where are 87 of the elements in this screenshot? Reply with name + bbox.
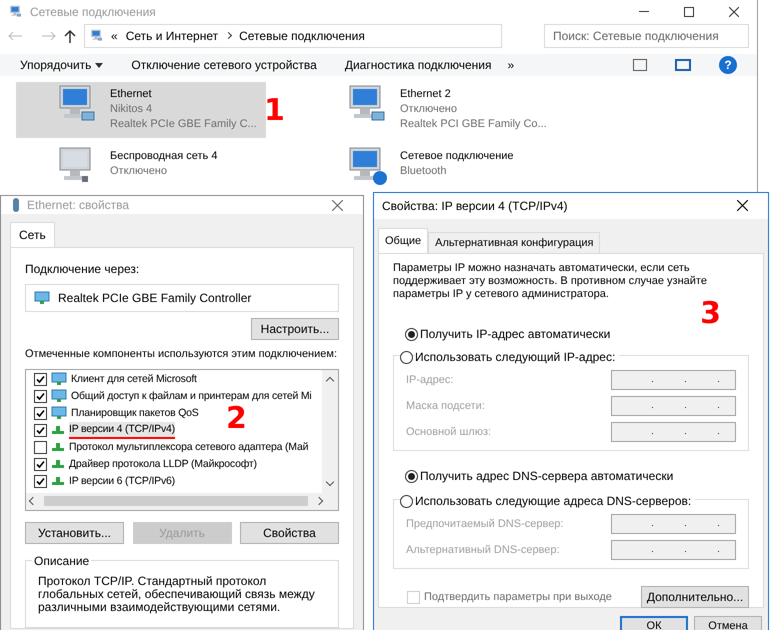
- toolbar-button[interactable]: Упорядочить: [20, 56, 104, 74]
- connection-item[interactable]: Беспроводная сеть 4 Отключено: [16, 144, 266, 200]
- network-adapter-icon: [13, 198, 19, 212]
- checkbox[interactable]: [34, 406, 47, 420]
- field-label: Предпочитаемый DNS-сервер:: [406, 516, 564, 532]
- preview-pane-icon[interactable]: [675, 59, 691, 72]
- field-label: Альтернативный DNS-сервер:: [406, 542, 560, 558]
- tab[interactable]: Альтернативная конфигурация: [428, 232, 600, 253]
- network-client-icon: [51, 372, 67, 386]
- section-label: Подключение через:: [25, 261, 140, 278]
- checkbox[interactable]: [34, 424, 47, 436]
- component-item[interactable]: Протокол мультиплексора сетевого адаптера (Май: [69, 440, 308, 454]
- connection-name: Беспроводная сеть 4: [110, 149, 218, 164]
- component-item[interactable]: IP версии 6 (TCP/IPv6): [69, 474, 175, 488]
- window-title: Сетевые подключения: [30, 4, 156, 21]
- breadcrumb[interactable]: Сеть и Интернет: [126, 26, 218, 45]
- connection-status: Bluetooth: [400, 164, 446, 179]
- toolbar-button[interactable]: Диагностика подключения: [344, 56, 492, 74]
- section-label: Отмеченные компоненты используются этим подключением:: [25, 347, 338, 362]
- checkbox[interactable]: [34, 390, 47, 402]
- dialog-button[interactable]: Настроить...: [251, 318, 339, 340]
- connection-item[interactable]: Ethernet 2 Отключено Realtek PCI GBE Family Co...: [306, 82, 556, 138]
- network-computer-icon: [89, 29, 103, 42]
- close-icon[interactable]: [737, 200, 748, 212]
- network-protocol-icon: [51, 442, 65, 452]
- dropdown-caret-icon: [95, 62, 104, 68]
- description-text: Протокол TCP/IP. Стандартный протокол глобальных сетей, обеспечивающий связь между различными взаимодействующими сетями.: [38, 574, 316, 614]
- more-button[interactable]: »: [508, 56, 514, 74]
- dialog-button[interactable]: Отмена: [694, 616, 762, 630]
- toolbar-button[interactable]: Отключение сетевого устройства: [131, 56, 317, 74]
- network-client-icon: [51, 406, 67, 420]
- checkbox[interactable]: [34, 474, 47, 488]
- dialog-button[interactable]: Свойства: [240, 522, 339, 544]
- connection-name: Сетевое подключение: [400, 149, 514, 164]
- network-protocol-icon: [51, 425, 65, 435]
- network-computer-icon: [8, 5, 22, 18]
- component-item[interactable]: IP версии 4 (TCP/IPv4): [69, 422, 175, 438]
- component-item[interactable]: Драйвер протокола LLDP (Майкрософт): [69, 456, 257, 472]
- dialog-button[interactable]: ОК: [620, 616, 688, 630]
- checkbox[interactable]: [34, 458, 47, 470]
- tab[interactable]: Сеть: [10, 222, 55, 247]
- connection-name: Ethernet: [110, 87, 152, 102]
- field-label: Основной шлюз:: [406, 424, 492, 440]
- breadcrumb-separator: «: [111, 28, 118, 45]
- field-label: Маска подсети:: [406, 398, 485, 414]
- connection-status: Отключено: [110, 164, 167, 179]
- radio-button[interactable]: [405, 470, 418, 482]
- component-item[interactable]: Планировщик пакетов QoS: [71, 406, 199, 420]
- checkbox-label: Подтвердить параметры при выходе: [424, 590, 612, 605]
- breadcrumb[interactable]: Сетевые подключения: [239, 26, 365, 45]
- dialog-title: Свойства: IP версии 4 (TCP/IPv4): [382, 198, 568, 215]
- component-item[interactable]: Общий доступ к файлам и принтерам для сетей Mi: [71, 388, 312, 404]
- intro-text: Параметры IP можно назначать автоматически, если сеть поддерживает эту возможность. В противном случае узнайте параметры IP у сетевого администратора.: [393, 262, 708, 300]
- radio-button[interactable]: [405, 328, 418, 340]
- horizontal-scrollbar[interactable]: [26, 492, 338, 510]
- help-button[interactable]: ?: [719, 56, 737, 74]
- connection-item[interactable]: Сетевое подключение Bluetooth: [306, 144, 556, 200]
- network-client-icon: [51, 389, 67, 403]
- radio-button[interactable]: [400, 494, 413, 508]
- address-bar[interactable]: « Сеть и Интернет Сетевые подключения: [84, 24, 502, 48]
- dialog-button[interactable]: Установить...: [25, 522, 124, 544]
- checkbox[interactable]: [34, 372, 47, 386]
- up-arrow-icon[interactable]: [64, 28, 76, 43]
- annotation-number: 2: [226, 400, 247, 436]
- network-protocol-icon: [51, 476, 65, 486]
- component-item[interactable]: Клиент для сетей Microsoft: [71, 372, 197, 386]
- annotation-number: 1: [264, 93, 285, 128]
- vertical-scrollbar[interactable]: [322, 370, 338, 492]
- connection-adapter: Realtek PCIe GBE Family C...: [110, 117, 257, 132]
- adapter-field: Realtek PCIe GBE Family Controller: [25, 284, 339, 312]
- annotation-number: 3: [700, 299, 721, 329]
- view-options-icon[interactable]: [633, 59, 647, 72]
- network-protocol-icon: [51, 459, 65, 469]
- close-icon[interactable]: [729, 6, 739, 17]
- search-field[interactable]: Поиск: Сетевые подключения: [544, 24, 749, 48]
- connection-item[interactable]: Ethernet Nikitos 4 Realtek PCIe GBE Family C...: [16, 82, 266, 138]
- network-client-icon: [34, 291, 50, 305]
- connection-adapter: Realtek PCI GBE Family Co...: [400, 117, 547, 132]
- tab[interactable]: Общие: [378, 228, 428, 253]
- radio-button[interactable]: [400, 350, 413, 364]
- connection-status: Отключено: [400, 102, 457, 117]
- dialog-button[interactable]: Дополнительно...: [641, 586, 749, 608]
- dialog-title: Ethernet: свойства: [27, 197, 130, 214]
- checkbox[interactable]: [34, 440, 47, 454]
- field-label: IP-адрес:: [406, 372, 454, 388]
- connection-name: Ethernet 2: [400, 87, 451, 102]
- connection-status: Nikitos 4: [110, 102, 152, 117]
